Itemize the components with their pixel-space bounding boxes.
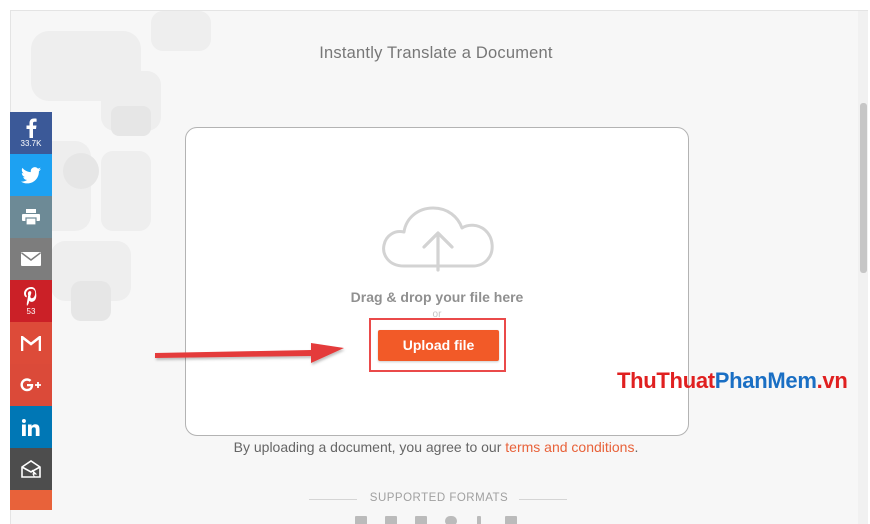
terms-link[interactable]: terms and conditions (505, 439, 634, 455)
facebook-icon (26, 118, 37, 138)
scrollbar-thumb[interactable] (860, 103, 867, 273)
pinterest-icon (24, 286, 37, 306)
linkedin-icon (22, 418, 40, 436)
google-plus-icon (20, 378, 41, 392)
watermark-part-1: ThuThuat (617, 368, 715, 393)
terms-agreement-text: By uploading a document, you agree to ou… (11, 439, 861, 455)
twitter-share-button[interactable] (10, 154, 52, 196)
supported-formats-heading: SUPPORTED FORMATS (369, 492, 509, 504)
email-this-button[interactable] (10, 448, 52, 490)
print-icon (22, 209, 40, 225)
more-share-button[interactable] (10, 490, 52, 510)
print-button[interactable] (10, 196, 52, 238)
file-dropzone[interactable]: Drag & drop your file here or Upload fil… (185, 127, 689, 436)
google-plus-share-button[interactable] (10, 364, 52, 406)
gmail-icon (21, 335, 41, 351)
watermark-part-2: PhanMem (714, 368, 817, 393)
site-watermark: ThuThuatPhanMem.vn (617, 368, 848, 394)
watermark-part-3: .vn (816, 368, 848, 393)
upload-file-button[interactable]: Upload file (378, 330, 499, 361)
share-mail-icon (21, 460, 41, 478)
facebook-share-button[interactable]: 33.7K (10, 112, 52, 154)
gmail-share-button[interactable] (10, 322, 52, 364)
drag-drop-text: Drag & drop your file here (350, 289, 524, 305)
twitter-icon (21, 166, 41, 183)
email-icon (21, 252, 41, 266)
facebook-share-count: 33.7K (20, 139, 42, 148)
agreement-prefix: By uploading a document, you agree to ou… (233, 439, 506, 455)
page-title: Instantly Translate a Document (319, 44, 553, 62)
pinterest-share-button[interactable]: 53 (10, 280, 52, 322)
page-content: Instantly Translate a Document Drag & dr… (10, 10, 868, 524)
divider-right (519, 499, 567, 500)
social-share-bar: 33.7K 53 (10, 112, 52, 510)
cloud-upload-icon (382, 206, 494, 272)
agreement-suffix: . (634, 439, 639, 455)
red-arrow-annotation (155, 343, 344, 363)
supported-formats-heading-row: SUPPORTED FORMATS (309, 490, 569, 510)
email-share-button[interactable] (10, 238, 52, 280)
linkedin-share-button[interactable] (10, 406, 52, 448)
pinterest-share-count: 53 (26, 306, 36, 316)
